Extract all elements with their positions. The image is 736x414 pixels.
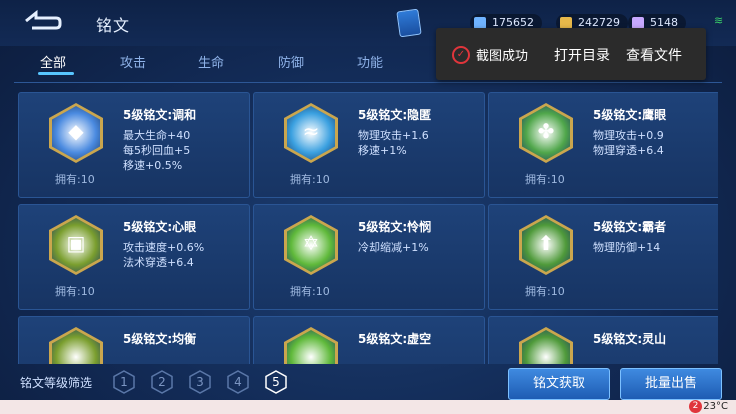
inscription-name: 5级铭文:霸者 [593, 220, 667, 234]
tab-all[interactable]: 全部 [40, 52, 66, 71]
inscription-attribute: 冷却缩减+1% [358, 241, 429, 254]
owned-count: 拥有:10 [525, 285, 565, 298]
tab-attack[interactable]: 攻击 [120, 52, 146, 71]
inscription-card[interactable]: 5级铭文:均衡 [18, 316, 250, 364]
level-filter-2[interactable]: 2 [150, 370, 174, 394]
inscription-name: 5级铭文:灵山 [593, 332, 667, 346]
inscription-name: 5级铭文:虚空 [358, 332, 432, 346]
inscription-emblem-icon: ✤ [519, 103, 573, 163]
emblem-glyph: ✤ [537, 119, 555, 143]
level-number: 2 [158, 375, 166, 389]
owned-count: 拥有:10 [525, 173, 565, 186]
notification-badge[interactable]: 2 [689, 400, 702, 413]
view-file-button[interactable]: 查看文件 [626, 45, 682, 65]
active-tab-indicator [38, 72, 74, 75]
level-filter-3[interactable]: 3 [188, 370, 212, 394]
inscription-card[interactable]: ◆ 5级铭文:调和 最大生命+40 每5秒回血+5 移速+0.5% 拥有:10 [18, 92, 250, 198]
inscription-attribute: 移速+0.5% [123, 159, 183, 172]
inscription-emblem-icon [284, 327, 338, 364]
level-filter-4[interactable]: 4 [226, 370, 250, 394]
taskbar: 2 23°C [0, 400, 736, 414]
inscription-attribute: 攻击速度+0.6% [123, 241, 205, 254]
level-filter-label: 铭文等级筛选 [20, 376, 93, 390]
page-title: 铭文 [96, 16, 131, 35]
inscription-card[interactable]: ⬆ 5级铭文:霸者 物理防御+14 拥有:10 [488, 204, 718, 310]
bulk-sell-button[interactable]: 批量出售 [620, 368, 722, 400]
level-number: 4 [234, 375, 242, 389]
inscription-emblem-icon [519, 327, 573, 364]
inscription-attribute: 物理攻击+1.6 [358, 129, 429, 142]
open-directory-button[interactable]: 打开目录 [554, 45, 610, 65]
toast-message: 截图成功 [476, 49, 529, 64]
success-icon: ✓ [452, 46, 470, 64]
divider [14, 82, 722, 83]
owned-count: 拥有:10 [290, 173, 330, 186]
inscription-name: 5级铭文:均衡 [123, 332, 197, 346]
inscription-name: 5级铭文:调和 [123, 108, 197, 122]
screenshot-toast: ✓ 截图成功 打开目录 查看文件 [436, 28, 706, 80]
inscription-card[interactable]: ▣ 5级铭文:心眼 攻击速度+0.6% 法术穿透+6.4 拥有:10 [18, 204, 250, 310]
inscription-card[interactable]: ≈5级铭文:隐匿 物理攻击+1.6 移速+1% 拥有:10 [253, 92, 485, 198]
inscription-attribute: 移速+1% [358, 144, 407, 157]
emblem-glyph: ◆ [68, 119, 84, 143]
inscription-attribute: 物理穿透+6.4 [593, 144, 664, 157]
inscription-attribute: 物理防御+14 [593, 241, 661, 254]
level-number: 1 [120, 375, 128, 389]
tab-health[interactable]: 生命 [198, 52, 224, 71]
level-filter-5[interactable]: 5 [264, 370, 288, 394]
inscription-emblem-icon: ⬆ [519, 215, 573, 275]
inscription-emblem-icon [49, 327, 103, 364]
temperature: 23°C [703, 401, 728, 412]
inscription-emblem-icon: ◆ [49, 103, 103, 163]
owned-count: 拥有:10 [55, 173, 95, 186]
inscription-attribute: 每5秒回血+5 [123, 144, 191, 157]
level-filter-1[interactable]: 1 [112, 370, 136, 394]
level-number: 3 [196, 375, 204, 389]
inscription-grid: ◆ 5级铭文:调和 最大生命+40 每5秒回血+5 移速+0.5% 拥有:10 ≈5级铭文:… [18, 92, 718, 364]
inscription-card[interactable]: 5级铭文:灵山 [488, 316, 718, 364]
inscription-attribute: 法术穿透+6.4 [123, 256, 194, 269]
emblem-glyph: ⬆ [537, 231, 555, 255]
owned-count: 拥有:10 [55, 285, 95, 298]
inscription-emblem-icon: ▣ [49, 215, 103, 275]
level-number: 5 [272, 375, 280, 389]
inscription-name: 5级铭文:怜悯 [358, 220, 432, 234]
tab-defense[interactable]: 防御 [278, 52, 304, 71]
bottom-bar: 铭文等级筛选 1 2 3 4 5 铭文获取 批量出售 [0, 366, 736, 400]
inscription-emblem-icon: ✡ [284, 215, 338, 275]
inscription-attribute: 物理攻击+0.9 [593, 129, 664, 142]
inscription-card[interactable]: ✤ 5级铭文:鹰眼 物理攻击+0.9 物理穿透+6.4 拥有:10 [488, 92, 718, 198]
emblem-glyph: ≈ [302, 119, 320, 143]
inscription-card[interactable]: ✡ 5级铭文:怜悯 冷却缩减+1% 拥有:10 [253, 204, 485, 310]
inscription-name: 5级铭文:鹰眼 [593, 108, 667, 122]
inscription-name: 5级铭文:隐匿 [358, 108, 432, 122]
inscription-name: 5级铭文:心眼 [123, 220, 197, 234]
back-arrow-icon[interactable] [20, 8, 64, 34]
inscription-card[interactable]: 5级铭文:虚空 [253, 316, 485, 364]
emblem-glyph: ✡ [302, 231, 320, 255]
emblem-glyph: ▣ [66, 231, 86, 255]
inscription-emblem-icon: ≈ [284, 103, 338, 163]
card-icon[interactable] [396, 8, 422, 38]
acquire-button[interactable]: 铭文获取 [508, 368, 610, 400]
owned-count: 拥有:10 [290, 285, 330, 298]
wifi-icon: ≋ [714, 14, 724, 27]
inscription-attribute: 最大生命+40 [123, 129, 191, 142]
tab-utility[interactable]: 功能 [357, 52, 383, 71]
